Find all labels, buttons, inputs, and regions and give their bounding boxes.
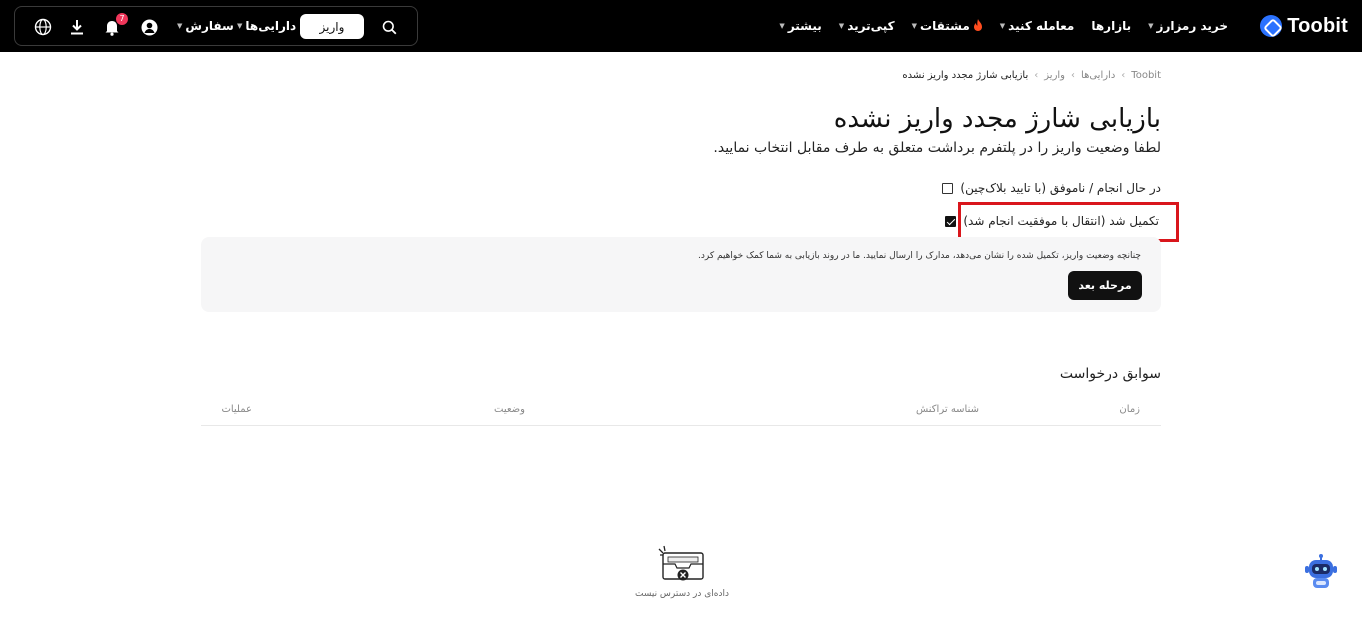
column-header-actions: عملیات bbox=[221, 404, 252, 415]
status-option-pending[interactable]: در حال انجام / ناموفق (با تایید بلاک‌چین… bbox=[942, 181, 1161, 195]
caret-down-icon: ▼ bbox=[237, 22, 243, 30]
nav-label: مشتقات bbox=[920, 19, 970, 33]
page-subtitle: لطفا وضعیت واریز را در پلتفرم برداشت متع… bbox=[713, 140, 1161, 156]
notification-count-badge: 7 bbox=[116, 13, 128, 25]
chevron-left-icon: ‹ bbox=[1121, 70, 1126, 81]
nav-label: بیشتر bbox=[787, 19, 822, 33]
breadcrumb: Toobit ‹ دارایی‌ها ‹ واریز ‹ بازیابی شار… bbox=[902, 70, 1161, 81]
main-nav: خرید رمزارز ▼ بازارها معامله کنید ▼ مشتق… bbox=[779, 16, 1228, 36]
download-icon[interactable] bbox=[67, 17, 87, 37]
logo[interactable]: Toobit bbox=[1260, 14, 1348, 38]
user-avatar-icon[interactable] bbox=[139, 17, 159, 37]
table-divider bbox=[201, 425, 1161, 426]
assets-menu[interactable]: دارایی‌ها ▼ bbox=[237, 19, 296, 33]
toobit-logo-icon bbox=[1260, 15, 1283, 37]
nav-buy-crypto[interactable]: خرید رمزارز ▼ bbox=[1148, 19, 1228, 33]
caret-down-icon: ▼ bbox=[911, 22, 918, 30]
nav-label: بازارها bbox=[1091, 19, 1132, 33]
nav-more[interactable]: بیشتر ▼ bbox=[779, 19, 821, 33]
checkbox-unchecked[interactable] bbox=[942, 182, 954, 194]
breadcrumb-assets[interactable]: دارایی‌ها bbox=[1081, 70, 1115, 81]
info-text: چنانچه وضعیت واریز، تکمیل شده را نشان می… bbox=[697, 251, 1141, 261]
breadcrumb-current: بازیابی شارژ مجدد واریز نشده bbox=[902, 70, 1029, 81]
checkbox-checked[interactable] bbox=[945, 215, 957, 227]
caret-down-icon: ▼ bbox=[177, 22, 183, 30]
assets-label: دارایی‌ها bbox=[245, 19, 297, 33]
caret-down-icon: ▼ bbox=[999, 22, 1006, 30]
logo-text: Toobit bbox=[1287, 14, 1348, 37]
page-title: بازیابی شارژ مجدد واریز نشده bbox=[833, 104, 1161, 134]
info-panel: چنانچه وضعیت واریز، تکمیل شده را نشان می… bbox=[201, 237, 1161, 312]
nav-markets[interactable]: بازارها bbox=[1091, 19, 1131, 33]
orders-menu[interactable]: سفارش ▼ bbox=[177, 19, 234, 33]
breadcrumb-deposit[interactable]: واریز bbox=[1044, 70, 1065, 81]
option-label: تکمیل شد (انتقال با موفقیت انجام شد) bbox=[963, 214, 1159, 228]
user-tools-panel: 7 سفارش ▼ دارایی‌ها ▼ واریز bbox=[14, 6, 418, 46]
caret-down-icon: ▼ bbox=[779, 22, 785, 30]
empty-state-text: داده‌ای در دسترس نیست bbox=[634, 589, 730, 599]
empty-box-icon bbox=[657, 544, 707, 584]
orders-label: سفارش bbox=[185, 19, 234, 33]
deposit-button[interactable]: واریز bbox=[300, 14, 364, 39]
globe-icon[interactable] bbox=[33, 17, 53, 37]
request-history-title: سوابق درخواست bbox=[1059, 366, 1161, 382]
nav-label: کپی‌ترید bbox=[847, 19, 895, 33]
caret-down-icon: ▼ bbox=[1148, 22, 1154, 30]
nav-label: خرید رمزارز bbox=[1156, 19, 1228, 33]
next-step-button[interactable]: مرحله بعد bbox=[1068, 271, 1142, 300]
nav-derivatives[interactable]: مشتقات ▼ bbox=[911, 18, 983, 34]
chevron-left-icon: ‹ bbox=[1071, 70, 1076, 81]
search-icon[interactable] bbox=[379, 17, 399, 37]
fire-icon bbox=[973, 18, 983, 34]
support-robot-icon[interactable] bbox=[1303, 554, 1339, 590]
column-header-time: زمان bbox=[1119, 404, 1140, 415]
nav-trade[interactable]: معامله کنید ▼ bbox=[1000, 19, 1075, 33]
column-header-txid: شناسه تراکنش bbox=[916, 404, 979, 415]
status-option-completed[interactable]: تکمیل شد (انتقال با موفقیت انجام شد) bbox=[945, 214, 1159, 228]
option-label: در حال انجام / ناموفق (با تایید بلاک‌چین… bbox=[960, 181, 1161, 195]
caret-down-icon: ▼ bbox=[838, 22, 845, 30]
top-navigation-bar: Toobit خرید رمزارز ▼ بازارها معامله کنید… bbox=[0, 0, 1362, 52]
chevron-left-icon: ‹ bbox=[1034, 70, 1039, 81]
nav-label: معامله کنید bbox=[1008, 19, 1075, 33]
column-header-status: وضعیت bbox=[494, 404, 525, 415]
nav-copy-trade[interactable]: کپی‌ترید ▼ bbox=[839, 19, 895, 33]
breadcrumb-home[interactable]: Toobit bbox=[1131, 70, 1161, 81]
